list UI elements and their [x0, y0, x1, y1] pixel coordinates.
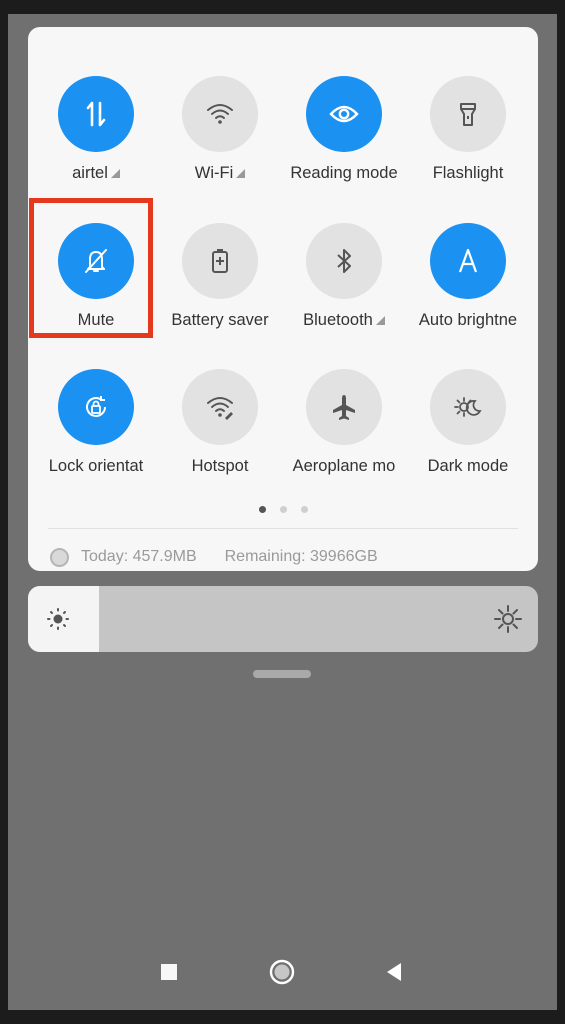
tile-reading-mode[interactable]: Reading mode	[282, 76, 406, 196]
flashlight-icon[interactable]	[430, 76, 506, 152]
tile-label: Flashlight	[432, 164, 504, 182]
data-usage-remaining: Remaining: 39966GB	[224, 548, 378, 565]
airplane-icon[interactable]	[306, 369, 382, 445]
home-button[interactable]	[268, 958, 296, 986]
tile-battery-saver[interactable]: Battery saver	[158, 223, 282, 343]
navigation-bar	[8, 952, 557, 992]
tile-label: Aeroplane mo	[292, 457, 396, 475]
tile-label: airtel	[72, 164, 108, 182]
dark-mode-icon[interactable]	[430, 369, 506, 445]
tile-hotspot[interactable]: Hotspot	[158, 369, 282, 489]
mute-highlight-box	[29, 198, 153, 338]
tile-dark-mode[interactable]: Dark mode	[406, 369, 530, 489]
drag-handle[interactable]	[253, 670, 311, 678]
signal-indicator-icon	[236, 169, 246, 178]
page-dot[interactable]	[258, 506, 266, 513]
tile-label: Lock orientat	[48, 457, 144, 475]
tile-label: Reading mode	[290, 164, 398, 182]
tile-auto-brightness[interactable]: Auto brightne	[406, 223, 530, 343]
signal-indicator-icon	[110, 169, 120, 178]
rotation-lock-icon[interactable]	[58, 369, 134, 445]
page-dot[interactable]	[300, 506, 308, 513]
tile-label: Auto brightne	[418, 311, 518, 329]
bluetooth-icon[interactable]	[306, 223, 382, 299]
tile-label: Wi-Fi	[194, 164, 234, 182]
data-usage-row[interactable]: Today: 457.9MB Remaining: 39966GB	[50, 543, 378, 571]
tile-label: Hotspot	[191, 457, 249, 475]
tile-bluetooth[interactable]: Bluetooth	[282, 223, 406, 343]
wifi-icon[interactable]	[182, 76, 258, 152]
battery-saver-icon[interactable]	[182, 223, 258, 299]
tile-aeroplane-mode[interactable]: Aeroplane mo	[282, 369, 406, 489]
quick-settings-panel: airtel Wi-Fi Reading mode Flashlight Mut…	[28, 27, 538, 571]
page-dot[interactable]	[279, 506, 287, 513]
recents-button[interactable]	[159, 958, 179, 986]
brightness-high-icon	[494, 605, 522, 633]
brightness-slider[interactable]	[28, 586, 538, 652]
data-usage-icon	[50, 547, 69, 567]
tile-label: Dark mode	[427, 457, 509, 475]
hotspot-icon[interactable]	[182, 369, 258, 445]
tile-wifi[interactable]: Wi-Fi	[158, 76, 282, 196]
auto-brightness-icon[interactable]	[430, 223, 506, 299]
signal-indicator-icon	[375, 316, 385, 325]
tile-mobile-data[interactable]: airtel	[34, 76, 158, 196]
data-usage-today: Today: 457.9MB	[81, 548, 197, 565]
brightness-low-icon	[47, 608, 69, 630]
divider	[48, 528, 518, 529]
mobile-data-icon[interactable]	[58, 76, 134, 152]
back-button[interactable]	[384, 958, 404, 986]
tile-lock-orientation[interactable]: Lock orientat	[34, 369, 158, 489]
tile-flashlight[interactable]: Flashlight	[406, 76, 530, 196]
tile-label: Battery saver	[171, 311, 269, 329]
eye-icon[interactable]	[306, 76, 382, 152]
page-indicator	[28, 500, 538, 518]
tile-label: Bluetooth	[303, 311, 373, 329]
notification-shade: airtel Wi-Fi Reading mode Flashlight Mut…	[8, 14, 557, 1010]
